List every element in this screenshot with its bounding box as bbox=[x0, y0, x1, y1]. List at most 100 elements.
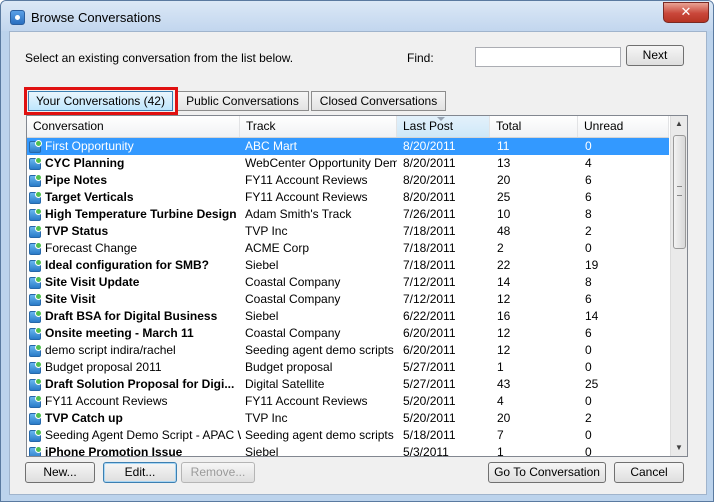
remove-button[interactable]: Remove... bbox=[181, 462, 255, 483]
cell-unread: 6 bbox=[585, 190, 592, 204]
edit-button[interactable]: Edit... bbox=[103, 462, 177, 483]
table-row[interactable]: Draft Solution Proposal for Digi... Digit… bbox=[27, 376, 669, 393]
table-row[interactable]: Pipe Notes FY11 Account Reviews 8/20/2011 2… bbox=[27, 172, 669, 189]
cell-unread: 0 bbox=[585, 360, 592, 374]
cell-track: ABC Mart bbox=[245, 139, 298, 153]
column-header-unread[interactable]: Unread bbox=[578, 116, 669, 137]
table-row[interactable]: Site Visit Coastal Company 7/12/2011 12 6 bbox=[27, 291, 669, 308]
cell-total: 22 bbox=[497, 258, 511, 272]
cell-unread: 14 bbox=[585, 309, 599, 323]
conversation-icon bbox=[29, 310, 42, 323]
cell-last-post: 8/20/2011 bbox=[403, 139, 456, 153]
go-to-conversation-button[interactable]: Go To Conversation bbox=[488, 462, 606, 483]
table-row[interactable]: First Opportunity ABC Mart 8/20/2011 11 0 bbox=[27, 138, 669, 155]
column-header-last-post[interactable]: Last Post bbox=[397, 116, 490, 137]
table-row[interactable]: Ideal configuration for SMB? Siebel 7/18/2… bbox=[27, 257, 669, 274]
table-row[interactable]: Site Visit Update Coastal Company 7/12/201… bbox=[27, 274, 669, 291]
cell-last-post: 8/20/2011 bbox=[403, 190, 456, 204]
find-label: Find: bbox=[407, 51, 434, 65]
conversation-icon bbox=[29, 327, 42, 340]
table-row[interactable]: Budget proposal 2011 Budget proposal 5/27/… bbox=[27, 359, 669, 376]
column-header-conversation[interactable]: Conversation bbox=[27, 116, 240, 137]
cell-conversation: TVP Catch up bbox=[45, 411, 123, 425]
cell-conversation: Site Visit Update bbox=[45, 275, 140, 289]
cell-last-post: 7/12/2011 bbox=[403, 275, 456, 289]
conversation-icon bbox=[29, 446, 42, 456]
cell-conversation: First Opportunity bbox=[45, 139, 134, 153]
cell-conversation: Draft Solution Proposal for Digi... bbox=[45, 377, 235, 391]
cell-total: 20 bbox=[497, 173, 511, 187]
cell-unread: 25 bbox=[585, 377, 599, 391]
cell-track: ACME Corp bbox=[245, 241, 310, 255]
cell-unread: 8 bbox=[585, 207, 592, 221]
conversation-icon bbox=[29, 378, 42, 391]
cell-last-post: 8/20/2011 bbox=[403, 156, 456, 170]
cell-unread: 2 bbox=[585, 411, 592, 425]
cell-total: 12 bbox=[497, 343, 511, 357]
table-row[interactable]: Target Verticals FY11 Account Reviews 8/20… bbox=[27, 189, 669, 206]
cell-unread: 6 bbox=[585, 326, 592, 340]
instruction-text: Select an existing conversation from the… bbox=[25, 51, 294, 65]
table-row[interactable]: Forecast Change ACME Corp 7/18/2011 2 0 bbox=[27, 240, 669, 257]
cell-conversation: TVP Status bbox=[45, 224, 109, 238]
cell-track: Coastal Company bbox=[245, 275, 341, 289]
table-row[interactable]: Onsite meeting - March 11 Coastal Company… bbox=[27, 325, 669, 342]
tab-closed-conversations[interactable]: Closed Conversations (5) bbox=[311, 91, 446, 127]
scroll-down-icon[interactable]: ▼ bbox=[671, 440, 687, 456]
cell-conversation: Target Verticals bbox=[45, 190, 134, 204]
title-bar[interactable]: Browse Conversations ✕ bbox=[1, 1, 713, 31]
table-row[interactable]: Draft BSA for Digital Business Siebel 6/22… bbox=[27, 308, 669, 325]
cell-unread: 19 bbox=[585, 258, 599, 272]
cell-conversation: Seeding Agent Demo Script - APAC W... bbox=[45, 428, 241, 442]
cell-total: 43 bbox=[497, 377, 511, 391]
cell-total: 11 bbox=[497, 139, 510, 153]
cell-last-post: 7/18/2011 bbox=[403, 258, 456, 272]
cell-unread: 8 bbox=[585, 275, 592, 289]
scroll-up-icon[interactable]: ▲ bbox=[671, 116, 687, 132]
table-row[interactable]: TVP Catch up TVP Inc 5/20/2011 20 2 bbox=[27, 410, 669, 427]
conversation-list[interactable]: Conversation Track Last Post Total Unrea… bbox=[26, 115, 688, 457]
cell-track: Seeding agent demo scripts bbox=[245, 343, 394, 357]
close-button[interactable]: ✕ bbox=[663, 2, 709, 23]
conversation-icon bbox=[29, 361, 42, 374]
conversation-icon bbox=[29, 429, 42, 442]
cell-track: Adam Smith's Track bbox=[245, 207, 352, 221]
table-row[interactable]: CYC Planning WebCenter Opportunity Demo 8/… bbox=[27, 155, 669, 172]
column-header-track[interactable]: Track bbox=[240, 116, 397, 137]
conversation-icon bbox=[29, 225, 42, 238]
cell-unread: 0 bbox=[585, 241, 592, 255]
vertical-scrollbar[interactable]: ▲ ▼ bbox=[670, 116, 687, 456]
table-row[interactable]: FY11 Account Reviews FY11 Account Reviews… bbox=[27, 393, 669, 410]
cell-last-post: 5/27/2011 bbox=[403, 377, 456, 391]
cell-total: 1 bbox=[497, 360, 504, 374]
table-row[interactable]: TVP Status TVP Inc 7/18/2011 48 2 bbox=[27, 223, 669, 240]
conversation-icon bbox=[29, 293, 42, 306]
tab-public-conversations[interactable]: Public Conversations (61) bbox=[176, 91, 309, 127]
cell-unread: 0 bbox=[585, 343, 592, 357]
dialog-body: Select an existing conversation from the… bbox=[9, 31, 707, 495]
next-button[interactable]: Next bbox=[626, 45, 684, 66]
cell-last-post: 8/20/2011 bbox=[403, 173, 456, 187]
cell-track: FY11 Account Reviews bbox=[245, 190, 368, 204]
cell-last-post: 6/20/2011 bbox=[403, 326, 456, 340]
cell-unread: 2 bbox=[585, 224, 592, 238]
highlight-annotation bbox=[24, 87, 178, 115]
table-row[interactable]: iPhone Promotion Issue Siebel 5/3/2011 1 0 bbox=[27, 444, 669, 456]
table-row[interactable]: demo script indira/rachel Seeding agent d… bbox=[27, 342, 669, 359]
cell-last-post: 7/12/2011 bbox=[403, 292, 456, 306]
scroll-thumb[interactable] bbox=[673, 135, 686, 249]
cell-last-post: 5/27/2011 bbox=[403, 360, 456, 374]
cell-conversation: Draft BSA for Digital Business bbox=[45, 309, 218, 323]
table-row[interactable]: High Temperature Turbine Design Adam Smit… bbox=[27, 206, 669, 223]
new-button[interactable]: New... bbox=[25, 462, 95, 483]
column-header-total[interactable]: Total bbox=[490, 116, 578, 137]
conversation-icon bbox=[29, 412, 42, 425]
cell-total: 2 bbox=[497, 241, 504, 255]
conversation-icon bbox=[29, 191, 42, 204]
cancel-button[interactable]: Cancel bbox=[614, 462, 684, 483]
find-input[interactable] bbox=[475, 47, 621, 67]
cell-unread: 4 bbox=[585, 156, 592, 170]
cell-track: Coastal Company bbox=[245, 292, 341, 306]
cell-last-post: 7/18/2011 bbox=[403, 241, 456, 255]
table-row[interactable]: Seeding Agent Demo Script - APAC W... See… bbox=[27, 427, 669, 444]
